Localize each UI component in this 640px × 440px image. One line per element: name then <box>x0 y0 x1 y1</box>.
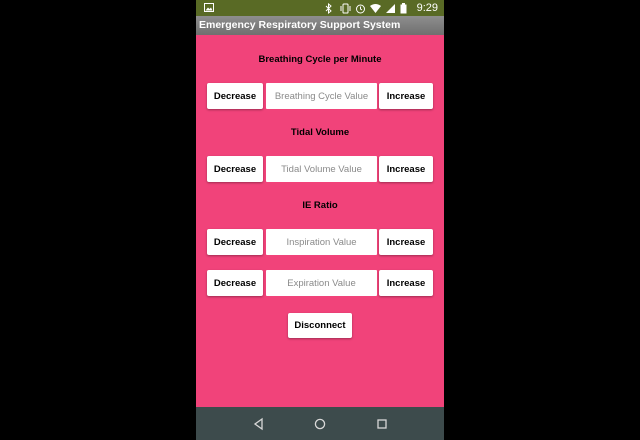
expiration-input[interactable]: Expiration Value <box>266 270 377 296</box>
breathing-cycle-title: Breathing Cycle per Minute <box>258 54 382 65</box>
breathing-cycle-input[interactable]: Breathing Cycle Value <box>266 83 377 109</box>
expiration-decrease-button[interactable]: Decrease <box>207 270 263 296</box>
image-icon <box>204 3 214 15</box>
inspiration-increase-button[interactable]: Increase <box>379 229 433 255</box>
battery-icon <box>400 2 410 14</box>
tidal-decrease-button[interactable]: Decrease <box>207 156 263 182</box>
expiration-row: Decrease Expiration Value Increase <box>207 270 433 297</box>
inspiration-row: Decrease Inspiration Value Increase <box>207 229 433 256</box>
tidal-volume-input[interactable]: Tidal Volume Value <box>266 156 377 182</box>
inspiration-decrease-button[interactable]: Decrease <box>207 229 263 255</box>
expiration-increase-button[interactable]: Increase <box>379 270 433 296</box>
home-icon[interactable] <box>312 416 328 432</box>
wifi-icon <box>369 3 381 14</box>
breathing-decrease-button[interactable]: Decrease <box>207 83 263 109</box>
status-time: 9:29 <box>416 2 438 14</box>
bluetooth-icon <box>325 2 335 14</box>
tidal-volume-title: Tidal Volume <box>290 127 350 138</box>
tidal-volume-row: Decrease Tidal Volume Value Increase <box>207 156 433 183</box>
navigation-bar <box>196 407 444 440</box>
signal-icon <box>385 3 395 14</box>
back-icon[interactable] <box>251 416 267 432</box>
alarm-icon <box>355 3 365 14</box>
breathing-increase-button[interactable]: Increase <box>379 83 433 109</box>
status-bar: 9:29 <box>196 0 444 16</box>
app-title: Emergency Respiratory Support System <box>196 16 444 35</box>
inspiration-input[interactable]: Inspiration Value <box>266 229 377 255</box>
breathing-cycle-row: Decrease Breathing Cycle Value Increase <box>207 83 433 110</box>
tidal-increase-button[interactable]: Increase <box>379 156 433 182</box>
main-content: Breathing Cycle per Minute Decrease Brea… <box>196 35 444 407</box>
vibrate-icon <box>340 3 351 14</box>
disconnect-button[interactable]: Disconnect <box>288 313 352 338</box>
ie-ratio-title: IE Ratio <box>302 200 338 211</box>
phone-screen: 9:29 Emergency Respiratory Support Syste… <box>196 0 444 440</box>
recents-icon[interactable] <box>374 416 390 432</box>
